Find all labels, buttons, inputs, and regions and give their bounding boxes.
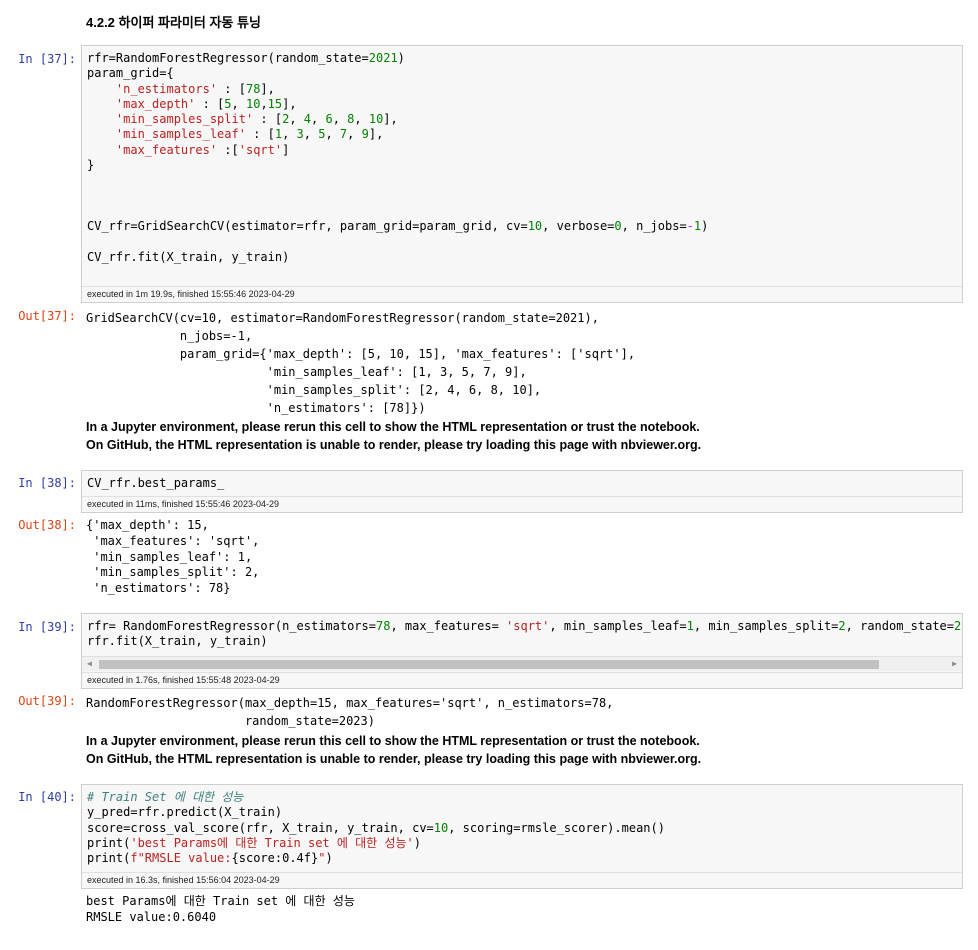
output-line: 'n_estimators': 78} [86, 581, 231, 595]
out-prompt-39: Out[39]: [18, 694, 76, 708]
code-input[interactable]: CV_rfr.best_params_ [82, 471, 962, 491]
in-prompt-39: In [39]: [18, 620, 76, 634]
out-prompt-37: Out[37]: [18, 309, 76, 323]
warning-github: On GitHub, the HTML representation is un… [86, 438, 702, 452]
code-input[interactable]: rfr=RandomForestRegressor(random_state=2… [82, 46, 962, 265]
warning-rerun: In a Jupyter environment, please rerun t… [86, 734, 700, 748]
output-line: 'min_samples_split': 2, [86, 565, 260, 579]
code-cell-40[interactable]: # Train Set 에 대한 성능 y_pred=rfr.predict(X… [81, 784, 963, 889]
code-input[interactable]: rfr= RandomForestRegressor(n_estimators=… [82, 614, 962, 659]
execution-time: executed in 1.76s, finished 15:55:48 202… [82, 672, 962, 688]
output-line: 'min_samples_split': [2, 4, 6, 8, 10], [86, 383, 542, 397]
output-line: RMSLE value:0.6040 [86, 910, 217, 924]
execution-time: executed in 11ms, finished 15:55:46 2023… [82, 496, 962, 512]
scroll-left-arrow-icon[interactable]: ◀ [87, 657, 92, 671]
warning-github: On GitHub, the HTML representation is un… [86, 752, 702, 766]
in-prompt-38: In [38]: [18, 476, 76, 490]
scrollbar-thumb[interactable] [99, 660, 879, 669]
scroll-right-arrow-icon[interactable]: ▶ [952, 657, 957, 671]
code-input[interactable]: # Train Set 에 대한 성능 y_pred=rfr.predict(X… [82, 785, 962, 866]
output-line: best Params에 대한 Train set 에 대한 성능 [86, 894, 355, 908]
output-line: {'max_depth': 15, [86, 518, 209, 532]
out-prompt-38: Out[38]: [18, 518, 76, 532]
code-cell-39[interactable]: rfr= RandomForestRegressor(n_estimators=… [81, 613, 963, 689]
execution-time: executed in 16.3s, finished 15:56:04 202… [82, 872, 962, 888]
output-line: 'max_features': 'sqrt', [86, 534, 260, 548]
warning-rerun: In a Jupyter environment, please rerun t… [86, 420, 700, 434]
horizontal-scrollbar[interactable]: ◀ ▶ [82, 656, 962, 671]
execution-time: executed in 1m 19.9s, finished 15:55:46 … [82, 286, 962, 302]
section-heading: 4.2.2 하이퍼 파라미터 자동 튜닝 [86, 15, 261, 30]
code-cell-37[interactable]: rfr=RandomForestRegressor(random_state=2… [81, 45, 963, 303]
in-prompt-37: In [37]: [18, 52, 76, 66]
output-line: n_jobs=-1, [86, 329, 253, 343]
output-line: 'n_estimators': [78]}) [86, 401, 426, 415]
output-line: param_grid={'max_depth': [5, 10, 15], 'm… [86, 347, 636, 361]
code-cell-38[interactable]: CV_rfr.best_params_ executed in 11ms, fi… [81, 470, 963, 513]
output-line: random_state=2023) [86, 714, 375, 728]
output-line: 'min_samples_leaf': [1, 3, 5, 7, 9], [86, 365, 527, 379]
output-line: GridSearchCV(cv=10, estimator=RandomFore… [86, 311, 599, 325]
output-line: RandomForestRegressor(max_depth=15, max_… [86, 696, 614, 710]
output-line: 'min_samples_leaf': 1, [86, 550, 253, 564]
in-prompt-40: In [40]: [18, 790, 76, 804]
